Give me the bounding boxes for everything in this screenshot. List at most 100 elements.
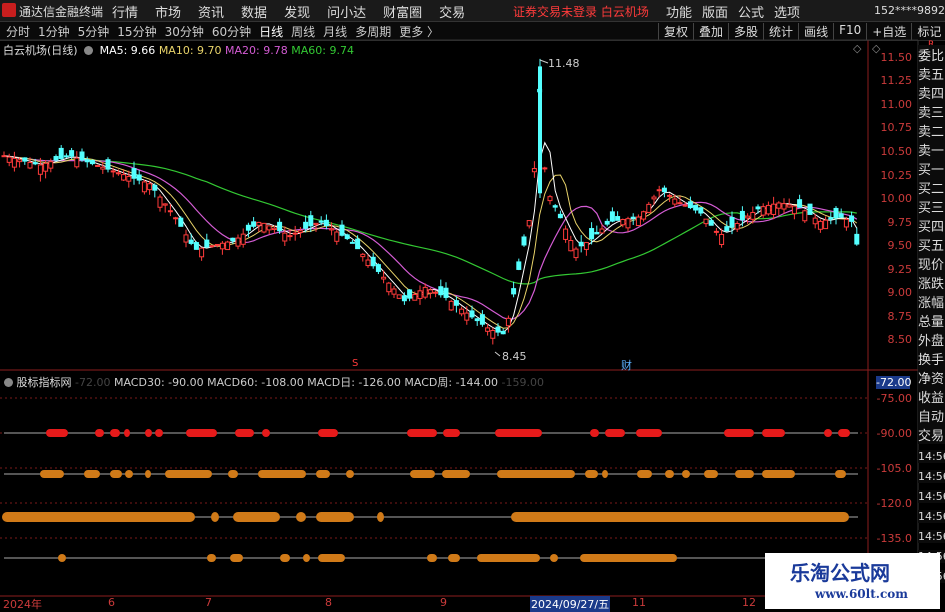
indicator-toggle-icon[interactable]: [4, 378, 13, 387]
candle-body: [573, 248, 579, 259]
side-item[interactable]: 卖五: [918, 64, 945, 83]
pin-icon[interactable]: ◇: [853, 42, 861, 55]
candle-body: [448, 300, 454, 311]
time-label: 8: [325, 596, 332, 609]
indicator-name[interactable]: 股标指标网: [17, 376, 72, 389]
macd-segment: [211, 512, 219, 522]
candle-body: [812, 217, 818, 225]
candle-body: [438, 286, 444, 296]
time-label: 11: [632, 596, 646, 609]
tick-time: 14:56: [918, 510, 945, 523]
candle-body: [58, 147, 64, 159]
candle-body: [589, 228, 595, 240]
candle-body: [344, 234, 350, 240]
time-label: 12: [742, 596, 756, 609]
side-item[interactable]: 买一: [918, 159, 945, 178]
side-item[interactable]: 现价: [918, 254, 945, 273]
macd-segment: [497, 470, 575, 478]
side-item[interactable]: 委比: [918, 45, 945, 64]
s-marker[interactable]: S: [352, 358, 358, 369]
side-item[interactable]: 交易: [918, 425, 945, 444]
candle-body: [604, 220, 610, 225]
candle-body: [245, 224, 251, 231]
candle-body: [521, 236, 527, 246]
candle-body: [615, 216, 621, 221]
price-tick: 11.25: [880, 74, 913, 87]
side-item[interactable]: 收益: [918, 387, 945, 406]
candle-body: [214, 243, 220, 246]
finance-marker[interactable]: 财: [621, 357, 632, 373]
candle-body: [225, 241, 231, 251]
candle-body: [817, 220, 823, 230]
side-item[interactable]: 卖一: [918, 140, 945, 159]
side-item[interactable]: 买三: [918, 197, 945, 216]
time-label: 2024年: [3, 598, 42, 611]
candle-body: [74, 157, 80, 168]
candle-body: [141, 181, 147, 193]
indicator-caption: 股标指标网 -72.00 MACD30: -90.00 MACD60: -108…: [4, 374, 544, 390]
macd-segment: [110, 429, 120, 437]
candle-body: [323, 219, 329, 227]
candle-body: [641, 211, 647, 220]
macd-segment: [165, 470, 212, 478]
side-item[interactable]: 净资: [918, 368, 945, 387]
candle-body: [687, 201, 693, 209]
candle-body: [542, 167, 548, 170]
macd-segment: [448, 554, 460, 562]
candle-body: [667, 194, 673, 197]
candle-body: [833, 207, 839, 219]
macd-segment: [258, 470, 306, 478]
price-tick: 8.50: [887, 333, 913, 346]
candle-body: [178, 217, 184, 227]
side-item[interactable]: 涨幅: [918, 292, 945, 311]
candle-body: [287, 235, 293, 238]
side-item[interactable]: 自动: [918, 406, 945, 425]
side-item[interactable]: 买五: [918, 235, 945, 254]
side-item[interactable]: 卖二: [918, 121, 945, 140]
candle-body: [771, 203, 777, 215]
price-tick: 8.75: [887, 310, 913, 323]
watermark-title: 乐淘公式网: [790, 561, 890, 585]
candle-body: [755, 206, 761, 210]
chart-canvas[interactable]: [0, 0, 945, 609]
macd-segment: [145, 470, 151, 478]
side-item[interactable]: 卖四: [918, 83, 945, 102]
candle-body: [136, 174, 142, 181]
side-item[interactable]: 外盘: [918, 330, 945, 349]
macd-segment: [40, 470, 64, 478]
candle-body: [162, 203, 168, 206]
candle-body: [500, 330, 506, 335]
candle-body: [282, 232, 288, 242]
indicator-faded-value: -72.00: [75, 376, 111, 389]
candle-body: [22, 157, 28, 162]
candle-body: [474, 318, 480, 322]
side-item[interactable]: 卖三: [918, 102, 945, 121]
low-annotation: 8.45: [502, 350, 527, 363]
candle-body: [563, 228, 569, 240]
side-item[interactable]: 总量: [918, 311, 945, 330]
candle-body: [427, 289, 433, 294]
side-item[interactable]: 涨跌: [918, 273, 945, 292]
side-item[interactable]: 买四: [918, 216, 945, 235]
candle-body: [734, 222, 740, 230]
candle-body: [308, 215, 314, 227]
candle-body: [724, 226, 730, 232]
macd-segment: [602, 470, 608, 478]
candle-body: [121, 174, 127, 181]
side-item[interactable]: 换手: [918, 349, 945, 368]
candle-body: [750, 211, 756, 220]
candle-body: [386, 282, 392, 293]
candle-body: [677, 202, 683, 205]
price-tick: 9.25: [887, 263, 913, 276]
macd-segment: [495, 429, 542, 437]
candle-body: [53, 156, 59, 161]
candle-body: [188, 239, 194, 244]
candle-body: [173, 217, 179, 220]
site-watermark: 乐淘公式网 www.60lt.com: [765, 553, 940, 609]
time-label: 7: [205, 596, 212, 609]
indicator-tick: -135.0: [876, 532, 912, 545]
macd-segment: [511, 512, 849, 522]
side-item[interactable]: 买二: [918, 178, 945, 197]
candle-body: [656, 189, 662, 192]
tick-time: 14:56: [918, 450, 945, 463]
